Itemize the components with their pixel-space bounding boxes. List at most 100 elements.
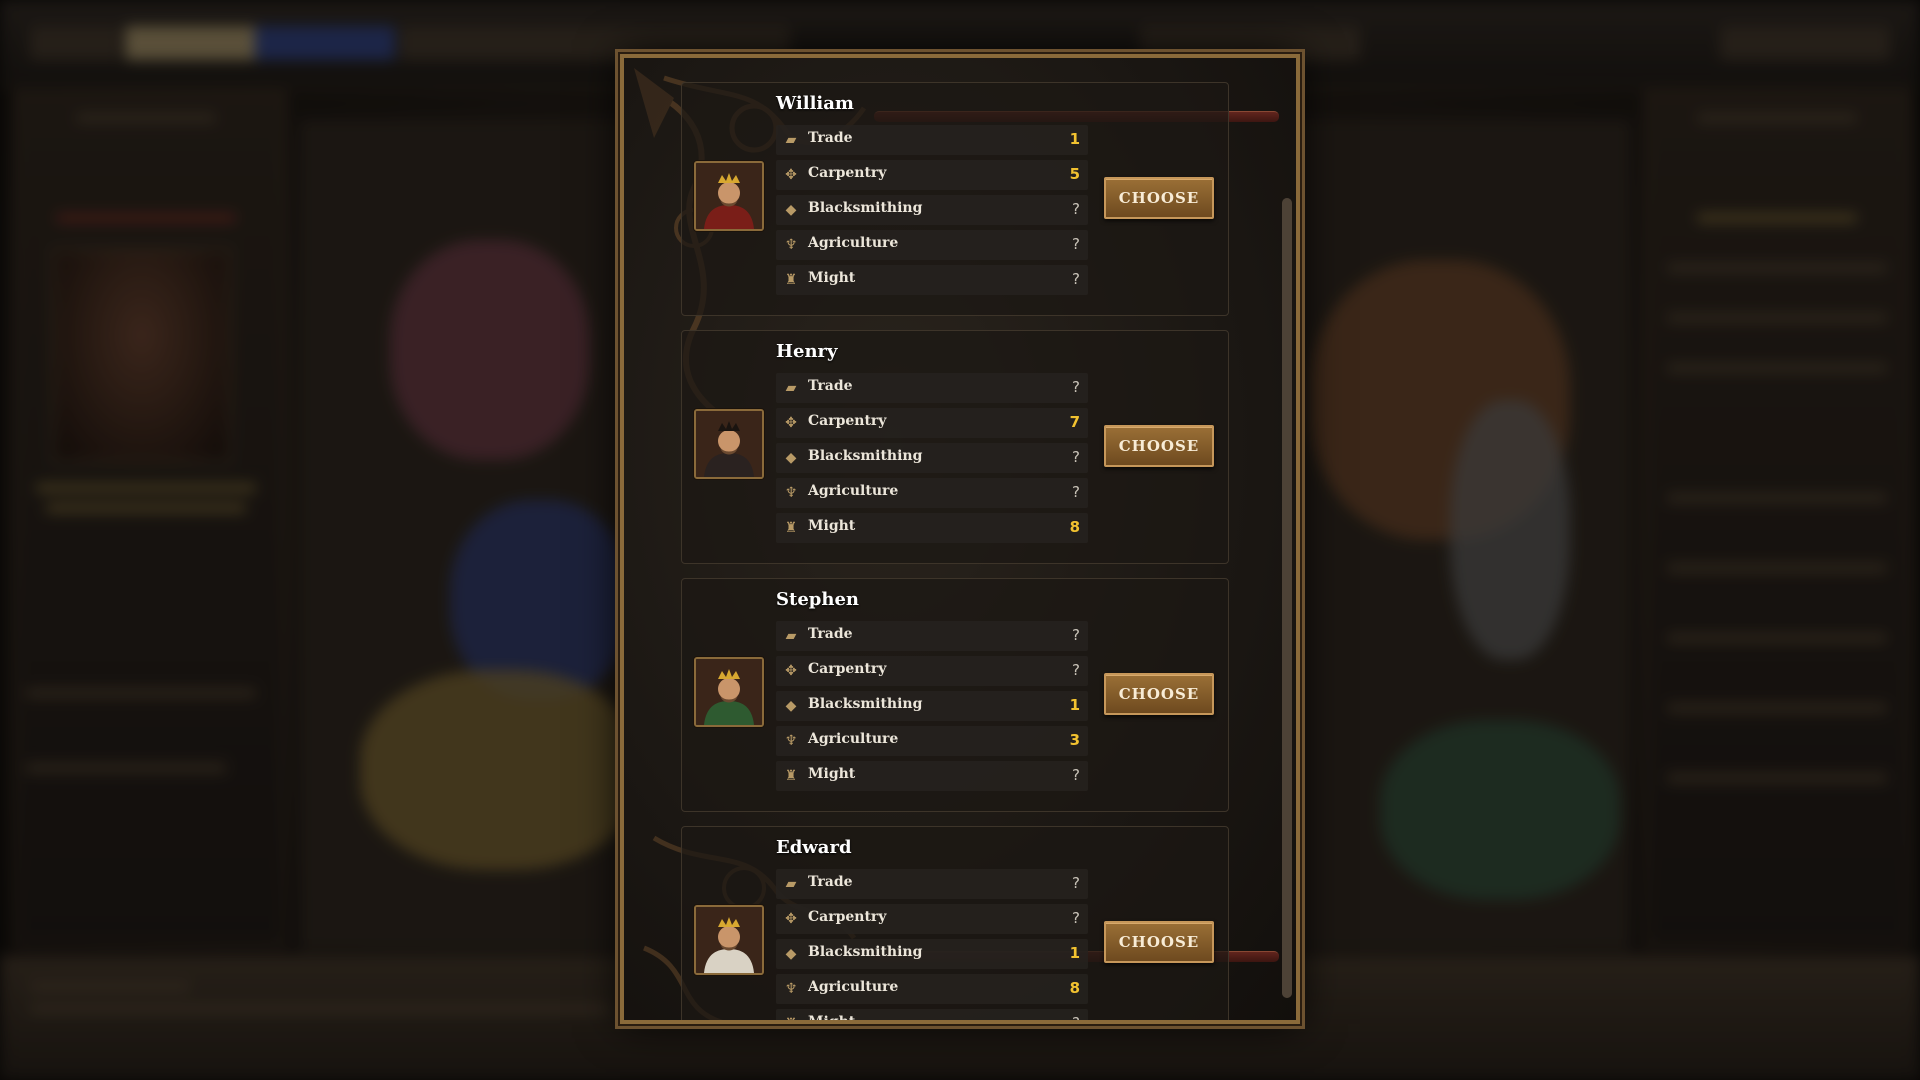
scrollbar-thumb[interactable] bbox=[1282, 198, 1292, 998]
king-portrait-icon bbox=[696, 163, 762, 229]
ruler-card: Edward ▰ Trade? ✥ Carpentry? ◆ Blacksmithing 1… bbox=[681, 826, 1229, 1024]
skill-row: ◆ Blacksmithing 1 bbox=[776, 691, 1088, 721]
skill-label: Agriculture bbox=[808, 979, 899, 995]
skill-row: ♆ Agriculture? bbox=[776, 478, 1088, 508]
carpentry-icon: ✥ bbox=[785, 167, 797, 183]
skill-value: 1 bbox=[1069, 696, 1080, 714]
skill-label: Might bbox=[808, 1014, 856, 1024]
skill-row: ♜ Might 8 bbox=[776, 513, 1088, 543]
choose-button[interactable]: CHOOSE bbox=[1104, 673, 1214, 715]
scrollbar[interactable] bbox=[1282, 198, 1292, 998]
carpentry-icon: ✥ bbox=[785, 663, 797, 679]
blacksmithing-icon: ◆ bbox=[785, 946, 797, 962]
skill-label: Carpentry bbox=[808, 413, 887, 429]
skill-value: ? bbox=[1072, 378, 1080, 396]
carpentry-icon: ✥ bbox=[785, 911, 797, 927]
trade-icon: ▰ bbox=[785, 876, 797, 892]
ruler-portrait bbox=[694, 905, 764, 975]
skill-label: Might bbox=[808, 270, 856, 286]
skill-value: 5 bbox=[1069, 165, 1080, 183]
skill-value: ? bbox=[1072, 270, 1080, 288]
skill-row: ✥ Carpentry 5 bbox=[776, 160, 1088, 190]
skill-label: Trade bbox=[808, 378, 853, 394]
ruler-selection-dialog: William ▰ Trade 1 ✥ Carpentry 5 ◆ Blacksmithing… bbox=[620, 54, 1300, 1024]
skill-list: ▰ Trade 1 ✥ Carpentry 5 ◆ Blacksmithing? ♆ Agricu… bbox=[776, 125, 1088, 300]
skill-row: ▰ Trade? bbox=[776, 373, 1088, 403]
ruler-card: Stephen ▰ Trade? ✥ Carpentry? ◆ Blacksmithing… bbox=[681, 578, 1229, 812]
choose-button[interactable]: CHOOSE bbox=[1104, 177, 1214, 219]
agriculture-icon: ♆ bbox=[784, 237, 798, 253]
ruler-name: William bbox=[776, 93, 854, 114]
skill-row: ♆ Agriculture 3 bbox=[776, 726, 1088, 756]
skill-label: Might bbox=[808, 766, 856, 782]
ruler-card: Henry ▰ Trade? ✥ Carpentry 7 ◆ Blacksmithing? ♆… bbox=[681, 330, 1229, 564]
ruler-portrait bbox=[694, 161, 764, 231]
skill-row: ♜ Might? bbox=[776, 1009, 1088, 1024]
skill-value: ? bbox=[1072, 766, 1080, 784]
ruler-name: Edward bbox=[776, 837, 852, 858]
agriculture-icon: ♆ bbox=[784, 733, 798, 749]
skill-value: 8 bbox=[1069, 979, 1080, 997]
ruler-card: William ▰ Trade 1 ✥ Carpentry 5 ◆ Blacksmithing… bbox=[681, 82, 1229, 316]
ruler-name: Henry bbox=[776, 341, 838, 362]
skill-label: Might bbox=[808, 518, 856, 534]
choose-button[interactable]: CHOOSE bbox=[1104, 921, 1214, 963]
skill-row: ✥ Carpentry? bbox=[776, 904, 1088, 934]
skill-label: Carpentry bbox=[808, 909, 887, 925]
skill-row: ▰ Trade 1 bbox=[776, 125, 1088, 155]
might-icon: ♜ bbox=[784, 520, 798, 536]
skill-row: ♆ Agriculture 8 bbox=[776, 974, 1088, 1004]
skill-label: Trade bbox=[808, 130, 853, 146]
skill-row: ♜ Might? bbox=[776, 761, 1088, 791]
skill-value: 1 bbox=[1069, 130, 1080, 148]
trade-icon: ▰ bbox=[785, 132, 797, 148]
blacksmithing-icon: ◆ bbox=[785, 450, 797, 466]
skill-label: Blacksmithing bbox=[808, 200, 923, 216]
skill-row: ◆ Blacksmithing 1 bbox=[776, 939, 1088, 969]
skill-label: Blacksmithing bbox=[808, 944, 923, 960]
skill-row: ◆ Blacksmithing? bbox=[776, 443, 1088, 473]
skill-label: Agriculture bbox=[808, 483, 899, 499]
ruler-portrait bbox=[694, 657, 764, 727]
skill-list: ▰ Trade? ✥ Carpentry? ◆ Blacksmithing 1 ♆ Agricu… bbox=[776, 621, 1088, 796]
skill-label: Agriculture bbox=[808, 235, 899, 251]
might-icon: ♜ bbox=[784, 1016, 798, 1024]
skill-list: ▰ Trade? ✥ Carpentry? ◆ Blacksmithing 1 ♆ Agricu… bbox=[776, 869, 1088, 1024]
king-portrait-icon bbox=[696, 907, 762, 973]
king-portrait-icon bbox=[696, 411, 762, 477]
ruler-list: William ▰ Trade 1 ✥ Carpentry 5 ◆ Blacksmithing… bbox=[681, 82, 1231, 1024]
skill-row: ◆ Blacksmithing? bbox=[776, 195, 1088, 225]
king-portrait-icon bbox=[696, 659, 762, 725]
carpentry-icon: ✥ bbox=[785, 415, 797, 431]
skill-label: Carpentry bbox=[808, 661, 887, 677]
skill-row: ✥ Carpentry? bbox=[776, 656, 1088, 686]
skill-label: Trade bbox=[808, 874, 853, 890]
skill-value: ? bbox=[1072, 483, 1080, 501]
trade-icon: ▰ bbox=[785, 380, 797, 396]
skill-value: ? bbox=[1072, 909, 1080, 927]
skill-row: ▰ Trade? bbox=[776, 621, 1088, 651]
skill-label: Agriculture bbox=[808, 731, 899, 747]
ruler-name: Stephen bbox=[776, 589, 859, 610]
blacksmithing-icon: ◆ bbox=[785, 698, 797, 714]
skill-label: Blacksmithing bbox=[808, 448, 923, 464]
agriculture-icon: ♆ bbox=[784, 981, 798, 997]
might-icon: ♜ bbox=[784, 768, 798, 784]
skill-value: ? bbox=[1072, 626, 1080, 644]
blacksmithing-icon: ◆ bbox=[785, 202, 797, 218]
skill-row: ♜ Might? bbox=[776, 265, 1088, 295]
trade-icon: ▰ bbox=[785, 628, 797, 644]
skill-label: Trade bbox=[808, 626, 853, 642]
skill-label: Carpentry bbox=[808, 165, 887, 181]
choose-button[interactable]: CHOOSE bbox=[1104, 425, 1214, 467]
agriculture-icon: ♆ bbox=[784, 485, 798, 501]
skill-row: ♆ Agriculture? bbox=[776, 230, 1088, 260]
skill-value: ? bbox=[1072, 1014, 1080, 1024]
skill-label: Blacksmithing bbox=[808, 696, 923, 712]
skill-list: ▰ Trade? ✥ Carpentry 7 ◆ Blacksmithing? ♆ Agricu… bbox=[776, 373, 1088, 548]
might-icon: ♜ bbox=[784, 272, 798, 288]
skill-value: 7 bbox=[1069, 413, 1080, 431]
skill-value: ? bbox=[1072, 874, 1080, 892]
skill-row: ✥ Carpentry 7 bbox=[776, 408, 1088, 438]
skill-value: 8 bbox=[1069, 518, 1080, 536]
